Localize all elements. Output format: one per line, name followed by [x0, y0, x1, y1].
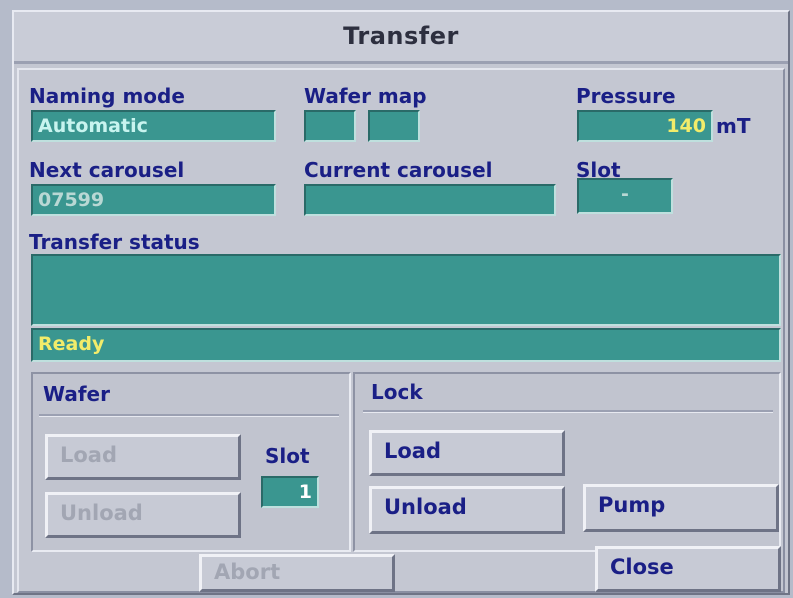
dialog-title: Transfer: [14, 12, 788, 64]
lock-group-title: Lock: [371, 380, 423, 404]
naming-mode-field[interactable]: Automatic: [31, 110, 276, 142]
wafer-map-label: Wafer map: [304, 84, 427, 108]
wafer-map-cell-2: [368, 110, 420, 142]
lock-group: Lock Load Unload Pump: [353, 372, 781, 552]
lock-load-button[interactable]: Load: [369, 430, 565, 476]
next-carousel-field[interactable]: 07599: [31, 184, 276, 216]
wafer-group: Wafer Load Unload Slot 1: [31, 372, 351, 552]
wafer-group-divider: [39, 414, 339, 417]
pressure-unit: mT: [716, 114, 751, 138]
pressure-label: Pressure: [576, 84, 676, 108]
wafer-group-title: Wafer: [43, 382, 110, 406]
status-line: Ready: [31, 328, 781, 362]
transfer-status-label: Transfer status: [29, 230, 200, 254]
wafer-unload-button[interactable]: Unload: [45, 492, 241, 538]
wafer-map-cell-1: [304, 110, 356, 142]
abort-button[interactable]: Abort: [199, 554, 395, 592]
slot-field: -: [577, 178, 673, 214]
naming-mode-label: Naming mode: [29, 84, 185, 108]
transfer-dialog: Transfer Naming mode Wafer map Pressure …: [12, 10, 790, 595]
current-carousel-field: [304, 184, 556, 216]
pump-button[interactable]: Pump: [583, 484, 779, 532]
lock-unload-button[interactable]: Unload: [369, 486, 565, 534]
lock-group-divider: [363, 410, 773, 413]
wafer-slot-field: 1: [261, 476, 319, 508]
transfer-panel: Naming mode Wafer map Pressure Automatic…: [17, 68, 785, 593]
transfer-status-box: [31, 254, 781, 326]
close-button[interactable]: Close: [595, 546, 781, 592]
wafer-slot-label: Slot: [265, 444, 310, 468]
wafer-load-button[interactable]: Load: [45, 434, 241, 480]
current-carousel-label: Current carousel: [304, 158, 493, 182]
pressure-field: 140: [577, 110, 713, 142]
screen: Transfer Naming mode Wafer map Pressure …: [0, 0, 793, 598]
next-carousel-label: Next carousel: [29, 158, 185, 182]
